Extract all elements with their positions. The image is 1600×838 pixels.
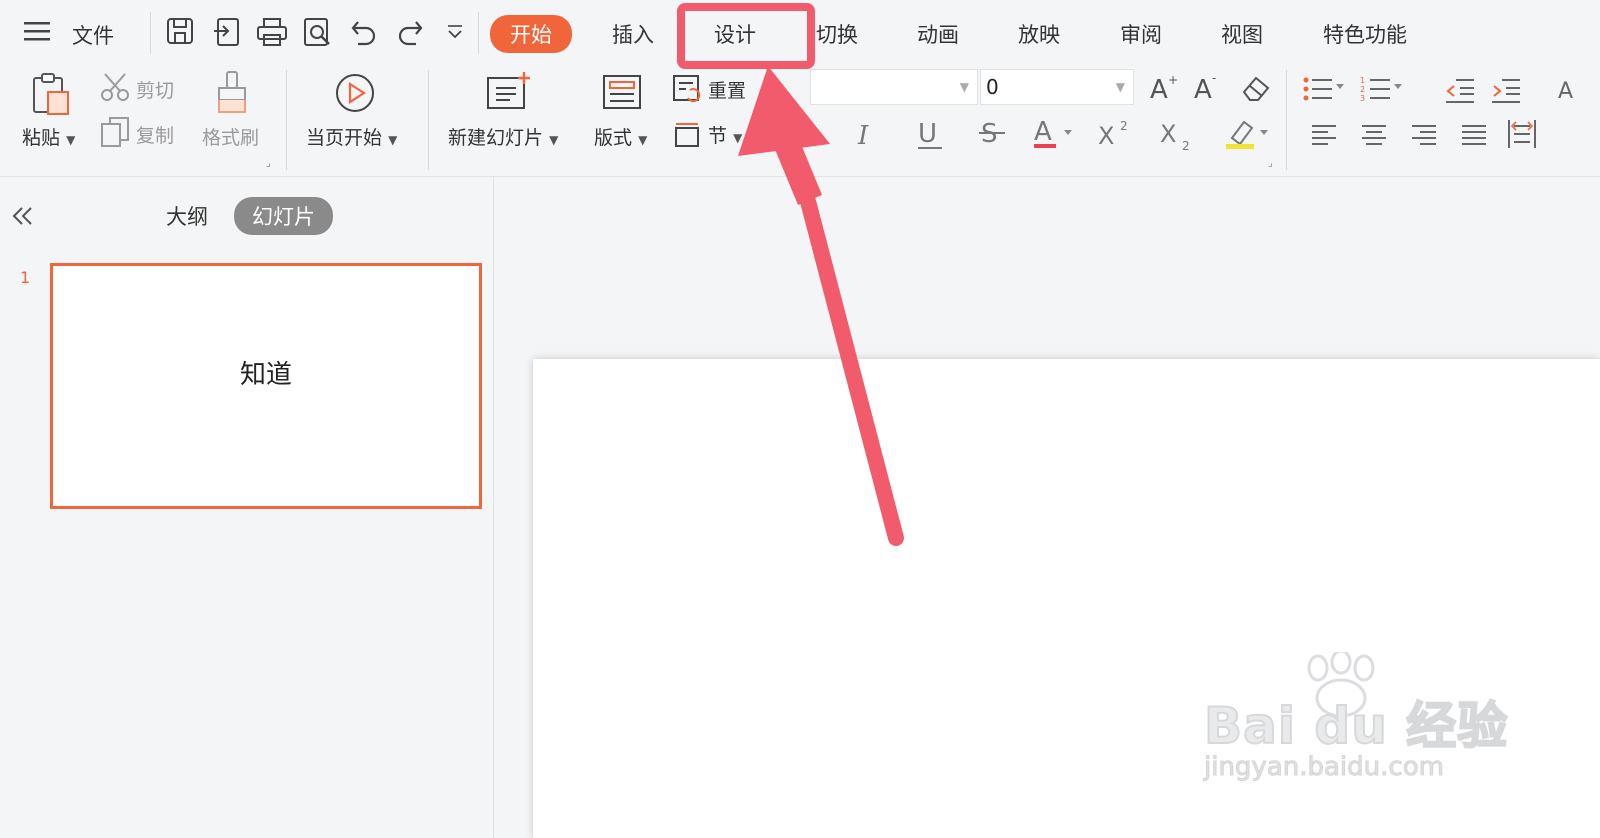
caret-down-icon: ▼	[1115, 80, 1125, 94]
redo-icon[interactable]	[396, 18, 424, 46]
layout-icon[interactable]	[602, 74, 642, 116]
format-painter-button[interactable]: 格式刷	[202, 123, 259, 150]
tab-outline[interactable]: 大纲	[166, 201, 208, 231]
separator	[428, 70, 429, 170]
svg-text:A: A	[1194, 75, 1212, 102]
font-color-icon[interactable]: A	[1032, 116, 1078, 156]
svg-text:X: X	[1098, 122, 1114, 150]
tab-home[interactable]: 开始	[490, 15, 572, 53]
text-direction-icon[interactable]: A	[1556, 76, 1586, 108]
slide-number: 1	[20, 268, 31, 287]
paste-label: 粘贴	[22, 127, 61, 149]
tab-animation[interactable]: 动画	[917, 19, 959, 49]
separator	[150, 12, 151, 54]
new-slide-label: 新建幻灯片	[448, 127, 544, 149]
watermark-brand: Bai du 经验	[1203, 696, 1509, 756]
paste-icon[interactable]	[30, 72, 72, 120]
separator	[286, 70, 287, 170]
cut-button[interactable]: 剪切	[136, 76, 174, 103]
decrease-indent-icon[interactable]	[1444, 76, 1476, 108]
separator	[1286, 70, 1287, 170]
customize-quick-access-chevron-icon[interactable]	[446, 24, 464, 42]
increase-indent-icon[interactable]	[1490, 76, 1522, 108]
tab-insert[interactable]: 插入	[612, 19, 654, 49]
svg-text:+: +	[1168, 73, 1178, 87]
underline-icon[interactable]: U	[916, 118, 944, 156]
svg-text:U: U	[918, 119, 937, 149]
save-icon[interactable]	[166, 17, 194, 45]
svg-text:3: 3	[1360, 94, 1365, 103]
svg-text:2: 2	[1360, 85, 1365, 94]
tab-view[interactable]: 视图	[1221, 19, 1263, 49]
export-icon[interactable]	[212, 17, 242, 47]
bullet-list-icon[interactable]	[1302, 74, 1348, 108]
group-launcher-icon[interactable]: ⌟	[1268, 158, 1273, 169]
svg-text:X: X	[1160, 120, 1176, 148]
svg-text:2: 2	[1182, 139, 1190, 152]
distributed-align-icon[interactable]	[1506, 118, 1538, 154]
new-slide-icon[interactable]	[486, 70, 532, 116]
font-size-select[interactable]: 0 ▼	[980, 69, 1134, 105]
play-from-current-label: 当页开始	[306, 127, 383, 149]
undo-icon[interactable]	[350, 18, 378, 46]
paste-button[interactable]: 粘贴 ▼	[22, 123, 75, 150]
watermark-url: jingyan.baidu.com	[1204, 752, 1445, 783]
svg-text:1: 1	[1360, 76, 1365, 85]
tab-transition[interactable]: 切换	[816, 19, 858, 49]
caret-down-icon: ▼	[66, 133, 76, 147]
svg-text:A: A	[1034, 117, 1052, 147]
file-menu[interactable]: 文件	[72, 20, 114, 50]
print-icon[interactable]	[256, 17, 288, 47]
increase-font-size-icon[interactable]: A +	[1148, 72, 1178, 106]
caret-down-icon: ▼	[388, 133, 398, 147]
slide-thumbnail[interactable]: 知道	[50, 263, 482, 509]
group-launcher-icon[interactable]: ⌟	[266, 158, 271, 169]
separator	[478, 12, 479, 54]
font-size-value: 0	[986, 75, 999, 99]
section-icon[interactable]	[672, 118, 702, 152]
tab-review[interactable]: 审阅	[1120, 19, 1162, 49]
print-preview-icon[interactable]	[303, 17, 333, 47]
scissors-icon[interactable]	[100, 72, 130, 106]
caret-down-icon: ▼	[959, 80, 969, 94]
numbered-list-icon[interactable]: 123	[1360, 74, 1406, 108]
align-right-icon[interactable]	[1410, 122, 1438, 152]
superscript-icon[interactable]: X2	[1098, 118, 1132, 154]
copy-icon[interactable]	[100, 116, 130, 152]
decrease-font-size-icon[interactable]: A-	[1192, 71, 1222, 106]
align-left-icon[interactable]	[1310, 122, 1338, 152]
svg-text:A: A	[1558, 79, 1573, 104]
collapse-panel-icon[interactable]	[10, 205, 34, 231]
play-icon[interactable]	[334, 72, 376, 118]
copy-button[interactable]: 复制	[136, 121, 174, 148]
tab-slideshow[interactable]: 放映	[1018, 19, 1060, 49]
subscript-icon[interactable]: X2	[1160, 118, 1194, 156]
play-from-current-button[interactable]: 当页开始 ▼	[306, 123, 397, 150]
svg-text:A: A	[1150, 75, 1168, 102]
caret-down-icon: ▼	[549, 133, 559, 147]
reset-icon[interactable]	[672, 74, 702, 108]
annotation-arrow-icon	[738, 66, 904, 546]
align-center-icon[interactable]	[1360, 122, 1388, 152]
svg-text:2: 2	[1120, 119, 1128, 133]
strikethrough-icon[interactable]: S	[978, 118, 1006, 154]
tab-slides[interactable]: 幻灯片	[234, 197, 333, 235]
justify-icon[interactable]	[1460, 122, 1488, 152]
layout-label: 版式	[594, 127, 633, 149]
caret-down-icon: ▼	[638, 133, 648, 147]
clear-formatting-eraser-icon[interactable]	[1240, 74, 1272, 108]
hamburger-menu-icon[interactable]	[24, 20, 50, 46]
svg-text:-: -	[1212, 72, 1216, 85]
tab-special-features[interactable]: 特色功能	[1323, 19, 1407, 49]
new-slide-button[interactable]: 新建幻灯片 ▼	[448, 123, 558, 150]
slide-thumbnail-text: 知道	[240, 360, 293, 390]
format-painter-icon[interactable]	[216, 70, 250, 118]
layout-button[interactable]: 版式 ▼	[594, 123, 647, 150]
highlighter-icon[interactable]	[1224, 116, 1272, 156]
